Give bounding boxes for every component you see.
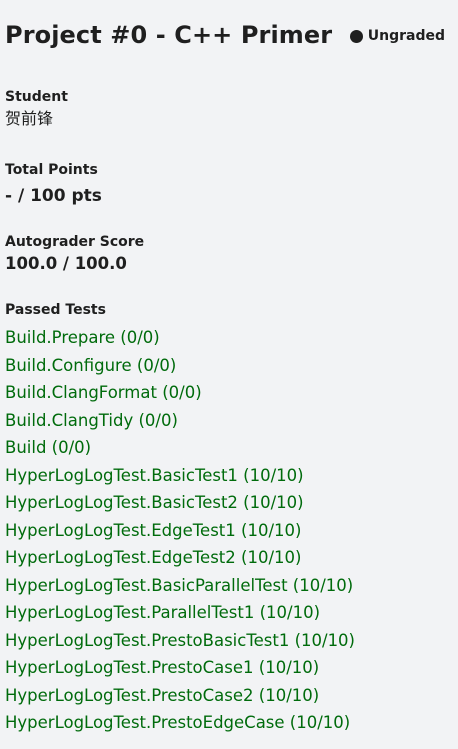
page-title: Project #0 - C++ Primer — [5, 21, 333, 49]
test-link[interactable]: HyperLogLogTest.BasicParallelTest (10/10… — [5, 572, 355, 600]
test-link[interactable]: Build.ClangTidy (0/0) — [5, 407, 355, 435]
status-label: Ungraded — [367, 28, 445, 44]
test-link[interactable]: HyperLogLogTest.ParallelTest1 (10/10) — [5, 599, 355, 627]
student-label: Student — [5, 89, 68, 105]
autograder-section: Autograder Score 100.0 / 100.0 — [5, 233, 445, 275]
test-link[interactable]: Build.Configure (0/0) — [5, 352, 355, 380]
total-points-value: - / 100 pts — [5, 186, 102, 206]
submission-header: Project #0 - C++ Primer Ungraded — [5, 18, 447, 54]
total-points-label: Total Points — [5, 162, 98, 178]
test-link[interactable]: HyperLogLogTest.BasicTest2 (10/10) — [5, 489, 355, 517]
status-indicator: Ungraded — [349, 27, 445, 45]
test-link[interactable]: HyperLogLogTest.PrestoEdgeCase (10/10) — [5, 709, 355, 737]
test-link[interactable]: HyperLogLogTest.EdgeTest1 (10/10) — [5, 517, 355, 545]
student-section: Student 贺前锋 — [5, 88, 445, 130]
test-link[interactable]: HyperLogLogTest.PrestoCase2 (10/10) — [5, 682, 355, 710]
test-link[interactable]: Build.ClangFormat (0/0) — [5, 379, 355, 407]
test-link[interactable]: HyperLogLogTest.BasicTest1 (10/10) — [5, 462, 355, 490]
test-link[interactable]: HyperLogLogTest.EdgeTest2 (10/10) — [5, 544, 355, 572]
test-link[interactable]: HyperLogLogTest.PrestoBasicTest1 (10/10) — [5, 627, 355, 655]
total-points-section: Total Points - / 100 pts — [5, 161, 445, 207]
student-name: 贺前锋 — [5, 109, 54, 128]
autograder-label: Autograder Score — [5, 234, 145, 250]
passed-tests-label: Passed Tests — [5, 302, 106, 318]
test-link[interactable]: Build.Prepare (0/0) — [5, 324, 355, 352]
test-link[interactable]: HyperLogLogTest.PrestoCase1 (10/10) — [5, 654, 355, 682]
test-link[interactable]: Build (0/0) — [5, 434, 355, 462]
autograder-score: 100.0 / 100.0 — [5, 254, 127, 273]
passed-tests-list: Build.Prepare (0/0) Build.Configure (0/0… — [5, 324, 355, 737]
passed-tests-section: Passed Tests — [5, 301, 445, 319]
status-dot-icon — [349, 29, 363, 43]
